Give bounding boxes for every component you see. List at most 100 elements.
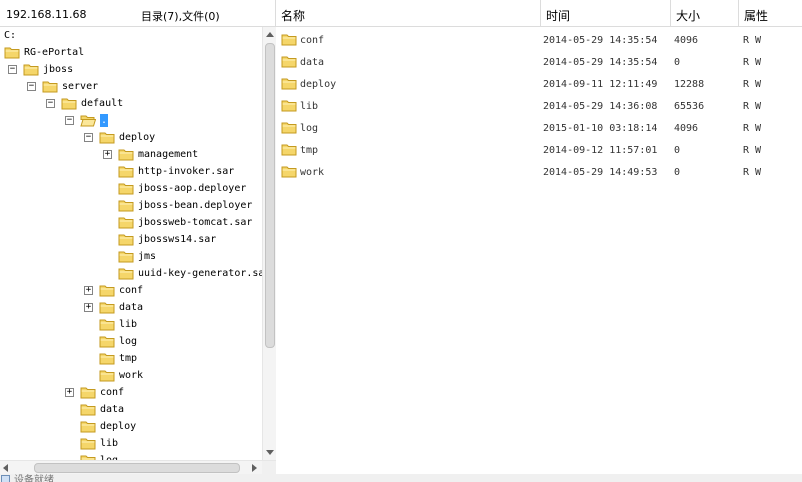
tree-node[interactable]: RG-ePortal: [0, 44, 260, 61]
tree-node[interactable]: log: [0, 452, 260, 460]
file-size: 0: [674, 145, 681, 156]
tree-node-label[interactable]: tmp: [119, 352, 137, 365]
file-row[interactable]: data 2014-05-29 14:35:54 0 R W: [276, 51, 802, 73]
tree-node-label[interactable]: data: [100, 403, 124, 416]
tree-node[interactable]: jboss-bean.deployer: [0, 197, 260, 214]
tree-node-label[interactable]: jbossweb-tomcat.sar: [138, 216, 252, 229]
collapse-icon[interactable]: −: [8, 65, 17, 74]
scroll-left-arrow-icon[interactable]: [3, 464, 8, 472]
scrollbar-thumb[interactable]: [265, 43, 275, 348]
folder-icon: [281, 33, 297, 46]
tree-node-label[interactable]: C:: [4, 29, 16, 42]
file-row[interactable]: work 2014-05-29 14:49:53 0 R W: [276, 161, 802, 183]
tree-node[interactable]: + management: [0, 146, 260, 163]
file-name: log: [300, 123, 319, 134]
tree-node-label[interactable]: RG-ePortal: [24, 46, 84, 59]
tree-horizontal-scrollbar[interactable]: [0, 460, 276, 475]
tree-node[interactable]: jms: [0, 248, 260, 265]
tree-node[interactable]: work: [0, 367, 260, 384]
folder-icon: [281, 55, 297, 68]
file-row[interactable]: conf 2014-05-29 14:35:54 4096 R W: [276, 29, 802, 51]
tree-node[interactable]: deploy: [0, 418, 260, 435]
tree-node[interactable]: −.: [0, 112, 260, 129]
tree-node-label[interactable]: jboss-aop.deployer: [138, 182, 246, 195]
folder-open-icon: [80, 114, 97, 127]
scroll-up-arrow-icon[interactable]: [266, 32, 274, 37]
tree-node-label[interactable]: deploy: [100, 420, 136, 433]
column-header-name[interactable]: 名称: [276, 0, 540, 27]
tree-node[interactable]: lib: [0, 316, 260, 333]
file-size: 0: [674, 167, 681, 178]
tree-node-label[interactable]: log: [119, 335, 137, 348]
collapse-icon[interactable]: −: [84, 133, 93, 142]
status-bar: 设备就绪: [0, 474, 802, 482]
file-name: conf: [300, 35, 325, 46]
tree-node[interactable]: − jboss: [0, 61, 260, 78]
expand-icon[interactable]: +: [65, 388, 74, 397]
tree-node[interactable]: C:: [0, 27, 260, 44]
file-row[interactable]: log 2015-01-10 03:18:14 4096 R W: [276, 117, 802, 139]
tree-node-label[interactable]: jbossws14.sar: [138, 233, 216, 246]
file-name: work: [300, 167, 325, 178]
tree-node-label[interactable]: lib: [119, 318, 137, 331]
tree-node[interactable]: log: [0, 333, 260, 350]
tree-node-label[interactable]: work: [119, 369, 143, 382]
tree-node-label[interactable]: jms: [138, 250, 156, 263]
tree-node[interactable]: tmp: [0, 350, 260, 367]
tree-node[interactable]: − default: [0, 95, 260, 112]
scroll-down-arrow-icon[interactable]: [266, 450, 274, 455]
folder-icon: [118, 182, 134, 195]
tree-node[interactable]: − server: [0, 78, 260, 95]
tree-node[interactable]: + conf: [0, 282, 260, 299]
file-row[interactable]: deploy 2014-09-11 12:11:49 12288 R W: [276, 73, 802, 95]
collapse-icon[interactable]: −: [27, 82, 36, 91]
tree-node[interactable]: http-invoker.sar: [0, 163, 260, 180]
scrollbar-thumb[interactable]: [34, 463, 240, 473]
tree-node-label[interactable]: jboss: [43, 63, 73, 76]
folder-icon: [118, 148, 134, 161]
tree-node[interactable]: uuid-key-generator.sar: [0, 265, 263, 282]
folder-icon: [118, 216, 134, 229]
tree-node[interactable]: − deploy: [0, 129, 260, 146]
column-header-time[interactable]: 时间: [540, 0, 670, 27]
expand-icon[interactable]: +: [84, 303, 93, 312]
file-row[interactable]: lib 2014-05-29 14:36:08 65536 R W: [276, 95, 802, 117]
folder-icon: [99, 352, 115, 365]
tree-node-label[interactable]: uuid-key-generator.sar: [138, 267, 263, 280]
tree-node[interactable]: lib: [0, 435, 260, 452]
tree-node-label[interactable]: default: [81, 97, 123, 110]
collapse-icon[interactable]: −: [65, 116, 74, 125]
tree-node-label[interactable]: data: [119, 301, 143, 314]
tree-node-label[interactable]: .: [100, 114, 109, 127]
tree-node[interactable]: + data: [0, 299, 260, 316]
tree-node-label[interactable]: jboss-bean.deployer: [138, 199, 252, 212]
tree-node[interactable]: jbossweb-tomcat.sar: [0, 214, 260, 231]
tree-node[interactable]: jbossws14.sar: [0, 231, 260, 248]
expand-icon[interactable]: +: [103, 150, 112, 159]
tree-node-label[interactable]: conf: [119, 284, 143, 297]
folder-icon: [99, 301, 115, 314]
folder-icon: [80, 437, 96, 450]
tree-vertical-scrollbar[interactable]: [262, 27, 276, 460]
folder-icon: [281, 121, 297, 134]
tree-node-label[interactable]: lib: [100, 437, 118, 450]
collapse-icon[interactable]: −: [46, 99, 55, 108]
tree-node-label[interactable]: conf: [100, 386, 124, 399]
column-header-attributes[interactable]: 属性: [738, 0, 802, 27]
tree-node-label[interactable]: management: [138, 148, 198, 161]
tree-node[interactable]: data: [0, 401, 260, 418]
tree-node-label[interactable]: server: [62, 80, 98, 93]
folder-icon: [80, 420, 96, 433]
tree-node[interactable]: + conf: [0, 384, 260, 401]
file-attributes: R W: [743, 101, 762, 112]
directory-tree[interactable]: C: RG-ePortal − jboss − server − default −. − depl…: [0, 27, 263, 460]
tree-node-label[interactable]: deploy: [119, 131, 155, 144]
file-row[interactable]: tmp 2014-09-12 11:57:01 0 R W: [276, 139, 802, 161]
file-attributes: R W: [743, 57, 762, 68]
tree-node-label[interactable]: http-invoker.sar: [138, 165, 234, 178]
expand-icon[interactable]: +: [84, 286, 93, 295]
column-header-size[interactable]: 大小: [670, 0, 738, 27]
scroll-right-arrow-icon[interactable]: [252, 464, 257, 472]
tree-node[interactable]: jboss-aop.deployer: [0, 180, 260, 197]
folder-icon: [118, 199, 134, 212]
